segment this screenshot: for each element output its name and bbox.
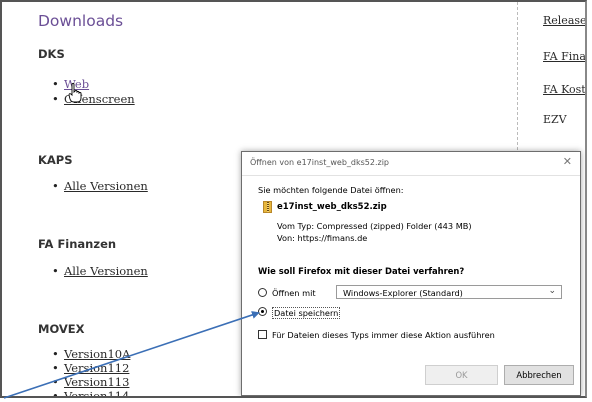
link-kaps-alle-versionen[interactable]: Alle Versionen — [64, 179, 148, 193]
section-heading-fa-finanzen: FA Finanzen — [38, 237, 117, 251]
close-icon[interactable]: ✕ — [563, 155, 572, 168]
open-with-value: Windows-Explorer (Standard) — [343, 287, 463, 298]
bullet-icon: • — [52, 92, 59, 106]
action-heading: Wie soll Firefox mit dieser Datei verfah… — [258, 266, 465, 276]
file-name: e17inst_web_dks52.zip — [277, 202, 387, 212]
zip-file-icon — [263, 201, 272, 213]
bullet-icon: • — [52, 264, 59, 278]
dialog-divider — [242, 175, 580, 176]
list-item: • Alle Versionen — [52, 264, 148, 278]
dialog-question: Sie möchten folgende Datei öffnen: — [258, 185, 404, 195]
ok-button[interactable]: OK — [425, 365, 498, 385]
list-item: • Alle Versionen — [52, 179, 148, 193]
open-with-select[interactable]: Windows-Explorer (Standard) ⌄ — [336, 285, 562, 299]
browser-page: Downloads DKS • Web • Offenscreen KAPS • Al… — [0, 0, 587, 398]
section-heading-dks: DKS — [38, 47, 65, 61]
file-type: Vom Typ: Compressed (zipped) Folder (443… — [277, 221, 472, 231]
open-with-radio[interactable] — [258, 288, 267, 297]
remember-label[interactable]: Für Dateien dieses Typs immer diese Akti… — [272, 330, 495, 340]
list-item: • Version112 — [52, 361, 129, 375]
right-link-fa-finanzen[interactable]: FA Finan — [543, 50, 585, 63]
right-link-fa-kosten[interactable]: FA Koste — [543, 83, 585, 96]
right-link-release[interactable]: Release — [543, 14, 585, 27]
page-title: Downloads — [38, 12, 124, 30]
save-file-label[interactable]: Datei speichern — [272, 307, 341, 319]
link-version112[interactable]: Version112 — [64, 361, 129, 375]
cancel-button[interactable]: Abbrechen — [504, 365, 574, 385]
bullet-icon: • — [52, 179, 59, 193]
chevron-down-icon: ⌄ — [548, 286, 556, 296]
hand-cursor-icon — [68, 83, 82, 103]
bullet-icon: • — [52, 375, 59, 389]
section-heading-movex: MOVEX — [38, 322, 85, 336]
save-file-radio[interactable] — [258, 307, 267, 316]
link-fa-alle-versionen[interactable]: Alle Versionen — [64, 264, 148, 278]
link-version114[interactable]: Version114 — [64, 389, 129, 396]
link-version113[interactable]: Version113 — [64, 375, 129, 389]
download-dialog: Öffnen von e17inst_web_dks52.zip ✕ Sie m… — [241, 151, 581, 396]
section-heading-kaps: KAPS — [38, 153, 73, 167]
open-with-label[interactable]: Öffnen mit — [272, 288, 316, 298]
link-version10a[interactable]: Version10A — [64, 347, 130, 361]
dialog-title: Öffnen von e17inst_web_dks52.zip — [250, 158, 389, 167]
list-item: • Offenscreen — [52, 92, 135, 106]
list-item: • Version10A — [52, 347, 130, 361]
bullet-icon: • — [52, 77, 59, 91]
right-text-ezv: EZV — [543, 113, 567, 126]
file-source: Von: https://fimans.de — [277, 233, 368, 243]
bullet-icon: • — [52, 389, 59, 398]
list-item: • Version113 — [52, 375, 129, 389]
list-item: • Version114 — [52, 389, 129, 398]
bullet-icon: • — [52, 361, 59, 375]
remember-checkbox[interactable] — [258, 330, 267, 339]
bullet-icon: • — [52, 347, 59, 361]
